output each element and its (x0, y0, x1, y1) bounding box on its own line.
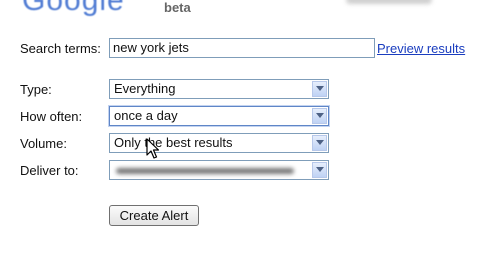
volume-select-value: Only the best results (114, 135, 233, 150)
search-terms-input[interactable]: new york jets (109, 38, 375, 58)
blurred-header-link (346, 0, 432, 4)
how-often-select[interactable]: once a day (109, 106, 329, 126)
volume-select[interactable]: Only the best results (109, 133, 329, 153)
create-alert-button[interactable]: Create Alert (109, 205, 199, 226)
google-logo: Google (22, 0, 125, 17)
how-often-select-value: once a day (114, 108, 178, 123)
mouse-cursor-icon (146, 138, 159, 159)
deliver-to-label: Deliver to: (20, 163, 79, 178)
deliver-to-select[interactable] (109, 160, 329, 180)
deliver-to-email-blurred (116, 168, 294, 174)
type-label: Type: (20, 82, 52, 97)
chevron-down-icon[interactable] (312, 108, 327, 124)
chevron-down-icon[interactable] (312, 135, 327, 151)
preview-results-link[interactable]: Preview results (377, 41, 465, 56)
chevron-down-icon[interactable] (312, 162, 327, 178)
type-select[interactable]: Everything (109, 79, 329, 99)
how-often-label: How often: (20, 109, 83, 124)
search-terms-label: Search terms: (20, 41, 101, 56)
chevron-down-icon[interactable] (312, 81, 327, 97)
volume-label: Volume: (20, 136, 67, 151)
beta-label: beta (164, 0, 191, 15)
type-select-value: Everything (114, 81, 176, 96)
